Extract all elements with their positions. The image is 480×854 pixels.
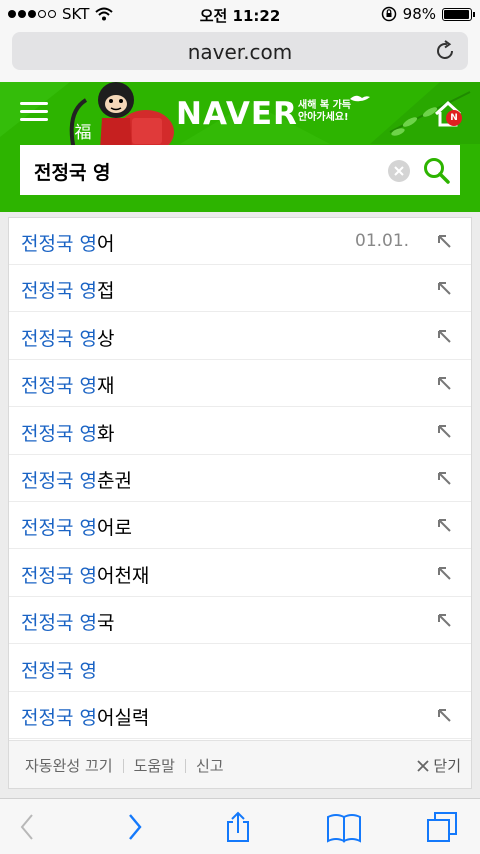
close-button[interactable]: 닫기: [416, 755, 461, 776]
url-field[interactable]: naver.com: [12, 32, 468, 70]
insert-arrow-icon[interactable]: [435, 706, 453, 724]
insert-arrow-icon[interactable]: [435, 564, 453, 582]
fortune-character: 福: [74, 123, 92, 143]
insert-arrow-icon[interactable]: [435, 232, 453, 250]
battery-icon: [442, 7, 475, 21]
battery-level: [444, 9, 470, 19]
suggestion-completion: 어로: [96, 517, 132, 540]
suggestion-completion: 어실력: [96, 707, 150, 729]
url-text: naver.com: [187, 40, 293, 64]
suggestion-match: 전정국 영: [21, 517, 97, 540]
insert-arrow-icon[interactable]: [435, 516, 453, 534]
suggestion-text: 전정국 영어로: [21, 513, 132, 540]
close-icon: [417, 759, 430, 772]
back-icon[interactable]: [12, 811, 44, 843]
suggestion-match: 전정국 영: [21, 659, 97, 682]
suggestion-item[interactable]: 전정국 영: [9, 645, 471, 692]
report-link[interactable]: 신고: [196, 755, 224, 776]
close-label: 닫기: [433, 757, 461, 775]
divider: [184, 758, 186, 773]
divider: [122, 758, 124, 773]
suggestion-match: 전정국 영: [21, 422, 97, 445]
suggestion-completion: 어: [96, 233, 115, 255]
suggestion-item[interactable]: 전정국 영접: [9, 265, 471, 313]
forward-icon[interactable]: [118, 811, 150, 843]
search-icon[interactable]: [422, 156, 450, 184]
insert-arrow-icon[interactable]: [435, 422, 453, 440]
suggestion-text: 전정국 영어: [21, 229, 114, 256]
suggestion-text: 전정국 영국: [21, 608, 114, 635]
browser-address-bar: naver.com: [0, 28, 480, 82]
insert-arrow-icon[interactable]: [435, 327, 453, 345]
tagline-line2: 안아가세요!: [298, 112, 349, 123]
status-bar: SKT 오전 11:22 98%: [0, 0, 480, 28]
autocomplete-panel: 전정국 영어 01.01. 전정국 영접 전정국 영상 전정국 영재 전정국 영화 전정국 …: [8, 217, 472, 789]
search-input[interactable]: 전정국 영: [34, 158, 111, 185]
suggestion-completion: 춘권: [96, 470, 132, 492]
insert-arrow-icon[interactable]: [435, 374, 453, 392]
suggestion-match: 전정국 영: [21, 233, 97, 255]
insert-arrow-icon[interactable]: [435, 279, 453, 297]
suggestion-item[interactable]: 전정국 영춘권: [9, 455, 471, 502]
suggestion-text: 전정국 영어실력: [21, 703, 149, 730]
tagline: 새해 복 가득 안아가세요!: [298, 100, 351, 124]
suggestion-text: 전정국 영어천재: [21, 561, 149, 588]
suggestion-item[interactable]: 전정국 영어 01.01.: [9, 218, 471, 265]
autocomplete-off-link[interactable]: 자동완성 끄기: [25, 755, 113, 776]
clear-icon[interactable]: [388, 160, 410, 182]
suggestion-item[interactable]: 전정국 영국: [9, 597, 471, 645]
tagline-line1: 새해 복 가득: [298, 100, 351, 111]
suggestion-text: 전정국 영화: [21, 419, 114, 446]
suggestion-text: 전정국 영춘권: [21, 466, 132, 493]
insert-arrow-icon[interactable]: [435, 611, 453, 629]
suggestion-completion: 상: [96, 327, 115, 350]
autocomplete-footer: 자동완성 끄기 도움말 신고 닫기: [9, 740, 471, 788]
suggestion-match: 전정국 영: [21, 612, 97, 635]
suggestion-text: 전정국 영재: [21, 371, 114, 398]
suggestion-item[interactable]: 전정국 영어로: [9, 502, 471, 550]
suggestion-text: 전정국 영접: [21, 276, 114, 303]
status-right: 98%: [381, 5, 475, 23]
insert-arrow-icon[interactable]: [435, 469, 453, 487]
share-icon[interactable]: [222, 811, 254, 843]
suggestion-text: 전정국 영상: [21, 324, 114, 351]
suggestion-match: 전정국 영: [21, 280, 97, 303]
suggestion-match: 전정국 영: [21, 375, 97, 398]
notification-badge[interactable]: N: [446, 110, 462, 126]
suggestion-item[interactable]: 전정국 영어천재: [9, 550, 471, 597]
suggestion-match: 전정국 영: [21, 707, 97, 729]
bookmarks-icon[interactable]: [326, 811, 362, 843]
reload-icon[interactable]: [432, 38, 458, 64]
suggestion-completion: 국: [96, 612, 115, 635]
suggestion-text: 전정국 영: [21, 656, 97, 683]
suggestion-item[interactable]: 전정국 영어실력: [9, 692, 471, 739]
suggestion-match: 전정국 영: [21, 470, 97, 492]
suggestion-date: 01.01.: [355, 231, 410, 251]
menu-hamburger-icon[interactable]: [20, 102, 48, 122]
browser-toolbar: [0, 798, 480, 854]
bird-icon: [350, 95, 370, 102]
battery-percent: 98%: [402, 5, 436, 23]
suggestion-item[interactable]: 전정국 영재: [9, 360, 471, 408]
tabs-icon[interactable]: [426, 811, 458, 843]
suggestion-item[interactable]: 전정국 영상: [9, 313, 471, 360]
suggestion-match: 전정국 영: [21, 327, 97, 350]
suggestion-completion: 화: [96, 422, 115, 445]
search-box[interactable]: 전정국 영: [20, 145, 460, 195]
suggestion-completion: 접: [96, 280, 115, 303]
naver-header: 福 NAVER 새해 복 가득 안아가세요! N 전정국 영: [0, 82, 480, 212]
naver-logo[interactable]: NAVER: [176, 96, 298, 132]
notification-badge-label: N: [450, 113, 458, 123]
suggestion-item[interactable]: 전정국 영화: [9, 408, 471, 455]
suggestion-match: 전정국 영: [21, 564, 97, 587]
suggestion-completion: 재: [96, 375, 115, 398]
help-link[interactable]: 도움말: [134, 755, 175, 776]
suggestion-completion: 어천재: [96, 564, 150, 587]
rotation-lock-icon: [381, 6, 396, 22]
